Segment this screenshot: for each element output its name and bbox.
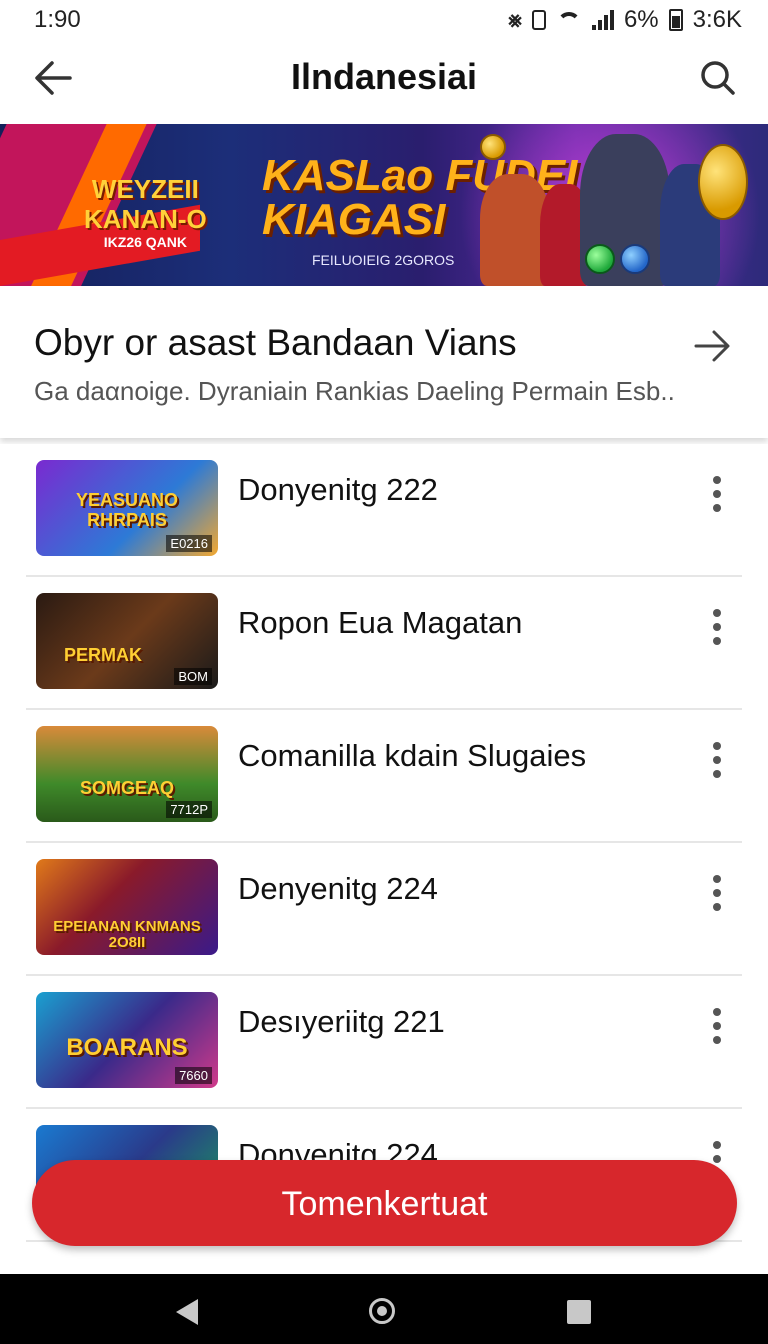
thumbnail-badge: 7712P <box>166 801 212 818</box>
list-item[interactable]: EPEIANAN KNMANS 2O8II Denyenitg 224 <box>0 843 768 976</box>
section-header[interactable]: Obyr or asast Bandaan Vians Ga daαnoige.… <box>0 286 768 438</box>
more-vertical-icon[interactable] <box>706 476 728 512</box>
item-title: Donyenitg 222 <box>238 472 438 507</box>
game-thumbnail: SOMGEAQ 7712P <box>36 726 218 822</box>
signal-icon <box>591 10 614 30</box>
coin-icon <box>698 144 748 220</box>
game-thumbnail: YEASUANO RHRPAIS E0216 <box>36 460 218 556</box>
coin-icon <box>480 134 506 160</box>
banner-characters <box>470 124 768 286</box>
promo-banner[interactable]: WEYZEII KANAN-O IKZ26 QANK KASLao FUDEI … <box>0 124 768 286</box>
banner-logo-sub: IKZ26 QANK <box>103 234 187 250</box>
item-title: Denyenitg 224 <box>238 871 438 906</box>
status-icons: ⨳ 6% 3:6K <box>508 6 742 34</box>
more-vertical-icon[interactable] <box>706 609 728 645</box>
thumbnail-badge: BOM <box>174 668 212 685</box>
thumbnail-title: SOMGEAQ <box>79 778 174 798</box>
ball-icon <box>585 244 615 274</box>
battery-icon <box>668 9 683 31</box>
section-arrow-button[interactable] <box>692 326 732 366</box>
nav-home-icon[interactable] <box>369 1298 395 1324</box>
app-bar: Ilndanesiai <box>0 40 768 124</box>
more-vertical-icon[interactable] <box>706 875 728 911</box>
banner-headline-line2: KIAGASI <box>262 195 446 244</box>
more-vertical-icon[interactable] <box>706 742 728 778</box>
section-subtitle: Ga daαnoige. Dyraniain Rankias Daeling P… <box>34 376 675 406</box>
status-bar: 1:90 ⨳ 6% 3:6K <box>0 0 768 40</box>
search-button[interactable] <box>698 58 738 98</box>
thumbnail-title: YEASUANO RHRPAIS <box>75 490 178 530</box>
alarm-icon <box>531 10 546 30</box>
battery-percent: 6% <box>623 6 659 33</box>
wifi-icon <box>556 10 582 30</box>
thumbnail-badge: 7660 <box>175 1067 212 1084</box>
item-title: Comanilla kdain Slugaies <box>238 738 587 773</box>
list-item[interactable]: YEASUANO RHRPAIS E0216 Donyenitg 222 <box>0 444 768 577</box>
banner-logo: WEYZEII KANAN-O IKZ26 QANK <box>70 168 221 256</box>
thumbnail-badge: E0216 <box>166 535 212 552</box>
list-item[interactable]: PERMAK BOM Ropon Eua Magatan <box>0 577 768 710</box>
game-thumbnail: BOARANS 7660 <box>36 992 218 1088</box>
thumbnail-title: EPEIANAN KNMANS 2O8II <box>53 918 201 951</box>
item-title: Ropon Eua Magatan <box>238 605 523 640</box>
game-thumbnail: EPEIANAN KNMANS 2O8II <box>36 859 218 955</box>
game-thumbnail: PERMAK BOM <box>36 593 218 689</box>
banner-logo-line1: WEYZEII <box>91 174 199 204</box>
banner-logo-line2: KANAN-O <box>84 204 207 234</box>
network-speed: 3:6K <box>692 6 742 33</box>
search-icon <box>701 61 735 95</box>
primary-cta-button[interactable]: Tomenkertuat <box>32 1160 737 1246</box>
system-nav-bar <box>0 1274 768 1344</box>
more-vertical-icon[interactable] <box>706 1008 728 1044</box>
item-title: Desıyeriitg 221 <box>238 1004 445 1039</box>
banner-subtext: FEILUOIEIG 2GOROS <box>312 252 455 268</box>
arrow-right-icon <box>694 330 730 362</box>
thumbnail-title: PERMAK <box>64 645 143 665</box>
nfc-icon: ⨳ <box>508 7 522 32</box>
status-time: 1:90 <box>34 6 81 33</box>
game-list[interactable]: YEASUANO RHRPAIS E0216 Donyenitg 222 PER… <box>0 444 768 1274</box>
list-item[interactable]: BOARANS 7660 Desıyeriitg 221 <box>0 976 768 1109</box>
nav-back-icon[interactable] <box>176 1299 198 1325</box>
page-title: Ilndanesiai <box>290 56 478 97</box>
list-item[interactable]: SOMGEAQ 7712P Comanilla kdain Slugaies <box>0 710 768 843</box>
nav-recents-icon[interactable] <box>567 1300 591 1324</box>
ball-icon <box>620 244 650 274</box>
thumbnail-title: BOARANS <box>66 1034 188 1061</box>
section-title: Obyr or asast Bandaan Vians <box>34 322 517 363</box>
